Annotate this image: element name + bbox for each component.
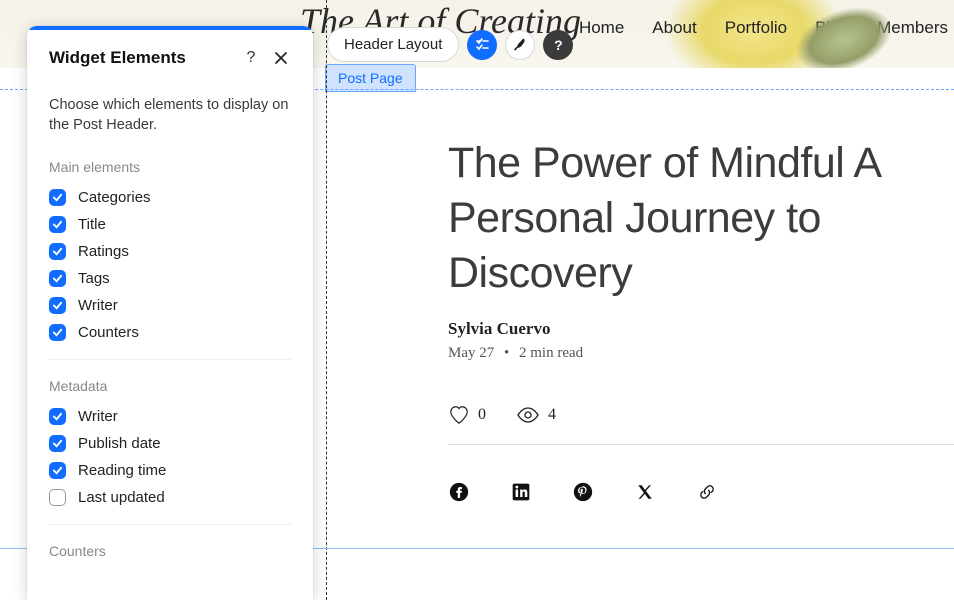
post-meta: May 27 • 2 min read xyxy=(448,345,954,362)
question-icon: ? xyxy=(247,49,256,67)
postpage-badge[interactable]: Post Page xyxy=(325,64,416,92)
design-button[interactable] xyxy=(505,30,535,60)
panel-body: Choose which elements to display on the … xyxy=(27,88,313,600)
widget-elements-panel: Widget Elements ? Choose which elements … xyxy=(27,26,313,600)
question-icon: ? xyxy=(554,37,563,53)
nav-about[interactable]: About xyxy=(652,18,696,38)
checkbox-icon xyxy=(49,435,66,452)
share-facebook[interactable] xyxy=(448,481,470,503)
counters-row: 0 4 xyxy=(448,404,954,426)
eye-icon xyxy=(516,406,540,424)
checkbox-icon xyxy=(49,408,66,425)
header-layout-toolbar: Header Layout ? xyxy=(327,27,573,62)
item-label: Tags xyxy=(78,270,110,287)
close-icon xyxy=(274,51,288,65)
share-linkedin[interactable] xyxy=(510,481,532,503)
link-icon xyxy=(697,482,717,502)
post-title: The Power of Mindful A Personal Journey … xyxy=(448,136,954,301)
section-list-main: Categories Title Ratings Tags Writer Cou… xyxy=(49,189,291,341)
checkbox-last-updated[interactable]: Last updated xyxy=(49,489,291,506)
item-label: Ratings xyxy=(78,243,129,260)
nav-portfolio[interactable]: Portfolio xyxy=(725,18,787,38)
nav-blog[interactable]: Blog xyxy=(815,18,849,38)
checklist-icon xyxy=(474,37,490,53)
item-label: Reading time xyxy=(78,462,166,479)
likes-count: 0 xyxy=(478,406,486,424)
checkbox-icon xyxy=(49,270,66,287)
post-readtime: 2 min read xyxy=(519,345,583,361)
x-icon xyxy=(636,483,654,501)
guide-vertical-left xyxy=(326,0,327,600)
checkbox-publish-date[interactable]: Publish date xyxy=(49,435,291,452)
share-pinterest[interactable] xyxy=(572,481,594,503)
checkbox-icon xyxy=(49,462,66,479)
checkbox-icon xyxy=(49,324,66,341)
item-label: Publish date xyxy=(78,435,161,452)
heart-icon xyxy=(448,404,470,426)
social-share-row xyxy=(448,481,954,503)
checkbox-icon xyxy=(49,489,66,506)
likes-counter[interactable]: 0 xyxy=(448,404,486,426)
checkbox-writer-meta[interactable]: Writer xyxy=(49,408,291,425)
checkbox-tags[interactable]: Tags xyxy=(49,270,291,287)
checkbox-icon xyxy=(49,243,66,260)
views-counter[interactable]: 4 xyxy=(516,406,556,424)
panel-header: Widget Elements ? xyxy=(27,30,313,88)
post-author: Sylvia Cuervo xyxy=(448,319,954,339)
nav-home[interactable]: Home xyxy=(579,18,624,38)
panel-title: Widget Elements xyxy=(49,48,233,68)
checkbox-icon xyxy=(49,216,66,233)
checkbox-categories[interactable]: Categories xyxy=(49,189,291,206)
section-title-metadata: Metadata xyxy=(49,378,291,394)
top-nav: Home About Portfolio Blog Members xyxy=(579,18,948,38)
item-label: Last updated xyxy=(78,489,165,506)
nav-members[interactable]: Members xyxy=(877,18,948,38)
checkbox-writer[interactable]: Writer xyxy=(49,297,291,314)
checkbox-ratings[interactable]: Ratings xyxy=(49,243,291,260)
item-label: Writer xyxy=(78,297,118,314)
views-count: 4 xyxy=(548,406,556,424)
checkbox-counters[interactable]: Counters xyxy=(49,324,291,341)
divider xyxy=(448,444,954,445)
panel-close-button[interactable] xyxy=(269,46,293,70)
item-label: Counters xyxy=(78,324,139,341)
item-label: Title xyxy=(78,216,106,233)
header-layout-label[interactable]: Header Layout xyxy=(327,27,459,62)
section-title-main: Main elements xyxy=(49,159,291,175)
section-list-metadata: Writer Publish date Reading time Last up… xyxy=(49,408,291,506)
post-header-preview: The Power of Mindful A Personal Journey … xyxy=(448,136,954,503)
meta-separator: • xyxy=(504,345,509,361)
item-label: Writer xyxy=(78,408,118,425)
brush-icon xyxy=(512,37,528,53)
checkbox-reading-time[interactable]: Reading time xyxy=(49,462,291,479)
section-title-counters: Counters xyxy=(49,543,291,559)
elements-toggle-button[interactable] xyxy=(467,30,497,60)
share-link[interactable] xyxy=(696,481,718,503)
checkbox-icon xyxy=(49,189,66,206)
panel-description: Choose which elements to display on the … xyxy=(49,96,291,135)
checkbox-icon xyxy=(49,297,66,314)
panel-divider xyxy=(49,524,291,525)
checkbox-title[interactable]: Title xyxy=(49,216,291,233)
panel-help-button[interactable]: ? xyxy=(239,46,263,70)
item-label: Categories xyxy=(78,189,151,206)
panel-divider xyxy=(49,359,291,360)
facebook-icon xyxy=(449,482,469,502)
share-x[interactable] xyxy=(634,481,656,503)
linkedin-icon xyxy=(511,482,531,502)
pinterest-icon xyxy=(573,482,593,502)
help-button[interactable]: ? xyxy=(543,30,573,60)
post-date: May 27 xyxy=(448,345,494,361)
